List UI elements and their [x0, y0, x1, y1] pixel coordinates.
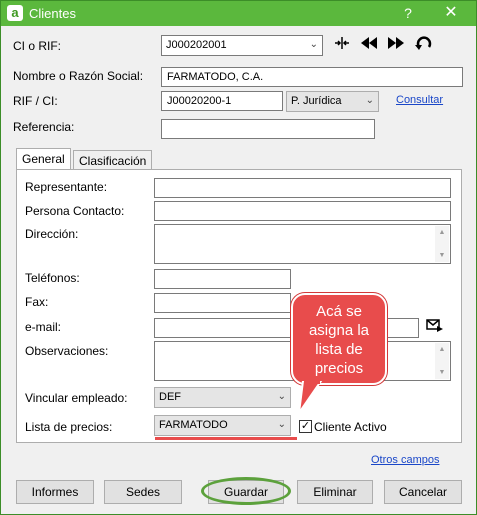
- lista-precios-highlight: [155, 437, 297, 440]
- fast-forward-icon[interactable]: [386, 35, 406, 55]
- telefonos-label: Teléfonos:: [25, 271, 80, 285]
- clientes-window: a Clientes ? ✕ CI o RIF: J000202001 ⌄ No…: [0, 0, 477, 515]
- checkmark-icon: ✓: [300, 420, 311, 432]
- callout-line-3: lista de: [315, 341, 363, 358]
- rewind-icon[interactable]: [359, 35, 379, 55]
- persona-contacto-field[interactable]: [154, 201, 451, 221]
- fax-label: Fax:: [25, 295, 49, 309]
- eliminar-button[interactable]: Eliminar: [297, 480, 373, 504]
- tab-clasificacion[interactable]: Clasificación: [73, 150, 153, 171]
- title-bar[interactable]: a Clientes ? ✕: [1, 1, 476, 26]
- direccion-label: Dirección:: [25, 227, 79, 241]
- vincular-empleado-select[interactable]: DEF ⌄: [154, 387, 291, 408]
- representante-field[interactable]: [154, 178, 451, 198]
- close-button[interactable]: ✕: [441, 4, 461, 22]
- scroll-up-icon[interactable]: ▲: [435, 229, 449, 236]
- scroll-up-icon[interactable]: ▲: [435, 346, 449, 353]
- nombre-label: Nombre o Razón Social:: [13, 69, 144, 83]
- guardar-highlight: [201, 477, 291, 505]
- nombre-field[interactable]: FARMATODO, C.A.: [161, 67, 463, 87]
- representante-label: Representante:: [25, 180, 108, 194]
- ci-rif-combo[interactable]: J000202001 ⌄: [161, 35, 323, 56]
- telefonos-field[interactable]: [154, 269, 291, 289]
- chevron-down-icon: ⌄: [365, 95, 374, 106]
- tipo-persona-value: P. Jurídica: [291, 95, 342, 107]
- chevron-down-icon: ⌄: [309, 39, 318, 50]
- ci-rif-label: CI o RIF:: [13, 39, 62, 53]
- lista-precios-select[interactable]: FARMATODO ⌄: [154, 415, 291, 436]
- email-label: e-mail:: [25, 320, 62, 334]
- direccion-field[interactable]: ▲ ▼: [154, 224, 451, 264]
- callout-tail-arrow: [298, 381, 323, 414]
- cliente-activo-label: Cliente Activo: [314, 420, 387, 434]
- app-logo-icon: a: [7, 5, 23, 21]
- sedes-button[interactable]: Sedes: [104, 480, 182, 504]
- vincular-empleado-label: Vincular empleado:: [25, 391, 128, 405]
- ci-rif-value: J000202001: [166, 39, 227, 51]
- window-title: Clientes: [29, 6, 76, 21]
- otros-campos-link[interactable]: Otros campos: [371, 454, 439, 466]
- cancelar-button[interactable]: Cancelar: [384, 480, 462, 504]
- callout-line-2: asigna la: [308, 322, 370, 339]
- scroll-down-icon[interactable]: ▼: [435, 252, 449, 259]
- persona-contacto-label: Persona Contacto:: [25, 204, 125, 218]
- consultar-link[interactable]: Consultar: [396, 94, 443, 106]
- direccion-scrollbar[interactable]: ▲ ▼: [435, 226, 449, 262]
- cliente-activo-checkbox[interactable]: ✓: [299, 420, 312, 433]
- undo-icon[interactable]: [414, 35, 434, 55]
- chevron-down-icon: ⌄: [277, 391, 286, 402]
- informes-button[interactable]: Informes: [16, 480, 94, 504]
- split-icon[interactable]: [332, 35, 352, 55]
- lista-precios-value: FARMATODO: [159, 419, 228, 431]
- callout-line-4: precios: [314, 360, 364, 377]
- fax-field[interactable]: [154, 293, 291, 313]
- observaciones-scrollbar[interactable]: ▲ ▼: [435, 343, 449, 379]
- callout-line-1: Acá se: [316, 303, 362, 320]
- scroll-down-icon[interactable]: ▼: [435, 369, 449, 376]
- help-button[interactable]: ?: [399, 4, 417, 22]
- referencia-label: Referencia:: [13, 120, 75, 134]
- send-mail-icon[interactable]: [426, 317, 444, 333]
- chevron-down-icon: ⌄: [277, 419, 286, 430]
- vincular-empleado-value: DEF: [159, 391, 181, 403]
- referencia-field[interactable]: [161, 119, 375, 139]
- annotation-callout: Acá se asigna la lista de precios: [291, 293, 387, 385]
- lista-precios-label: Lista de precios:: [25, 420, 113, 434]
- tipo-persona-select[interactable]: P. Jurídica ⌄: [286, 91, 379, 112]
- rif-ci-field[interactable]: J00020200-1: [161, 91, 283, 111]
- observaciones-label: Observaciones:: [25, 344, 109, 358]
- tab-general[interactable]: General: [16, 148, 71, 171]
- rif-ci-label: RIF / CI:: [13, 94, 58, 108]
